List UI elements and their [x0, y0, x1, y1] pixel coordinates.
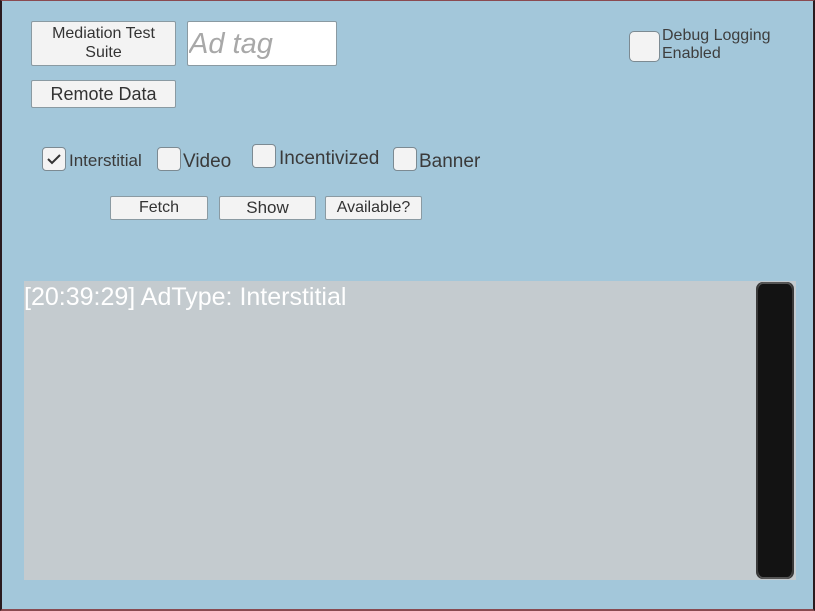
debug-logging-label-line2: Enabled	[662, 45, 721, 62]
log-panel: [20:39:29] AdType: Interstitial	[24, 281, 796, 580]
incentivized-label: Incentivized	[279, 148, 380, 169]
checkmark-icon	[47, 154, 61, 165]
interstitial-checkbox[interactable]	[42, 147, 66, 171]
video-label: Video	[183, 151, 232, 172]
banner-label: Banner	[419, 151, 481, 172]
show-label: Show	[246, 198, 289, 218]
incentivized-checkbox[interactable]	[252, 144, 276, 168]
fetch-button[interactable]: Fetch	[110, 196, 208, 220]
remote-data-button[interactable]: Remote Data	[31, 80, 176, 108]
ad-tag-input[interactable]	[187, 21, 337, 66]
app-window: Mediation Test Suite Remote Data Debug L…	[0, 0, 815, 611]
debug-logging-label: Debug Logging Enabled	[662, 27, 771, 63]
banner-checkbox[interactable]	[393, 147, 417, 171]
show-button[interactable]: Show	[219, 196, 316, 220]
mediation-test-suite-label-line1: Mediation Test	[52, 25, 155, 43]
debug-logging-label-line1: Debug Logging	[662, 27, 771, 44]
log-scrollbar[interactable]	[755, 281, 796, 580]
available-label: Available?	[336, 198, 411, 216]
fetch-label: Fetch	[138, 198, 179, 216]
mediation-test-suite-button[interactable]: Mediation Test Suite	[31, 21, 176, 66]
debug-logging-checkbox[interactable]	[629, 31, 660, 62]
log-scrollbar-thumb[interactable]	[756, 282, 794, 579]
video-checkbox[interactable]	[157, 147, 181, 171]
interstitial-label: Interstitial	[69, 151, 142, 170]
available-button[interactable]: Available?	[325, 196, 422, 220]
mediation-test-suite-label-line2: Suite	[85, 43, 122, 61]
remote-data-label: Remote Data	[50, 83, 157, 104]
log-line: [20:39:29] AdType: Interstitial	[24, 283, 347, 311]
